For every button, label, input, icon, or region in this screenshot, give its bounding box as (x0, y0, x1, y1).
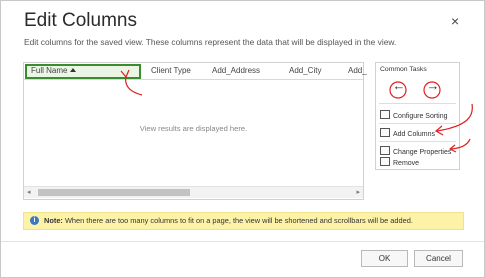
annotation-arrowhead-column (120, 69, 130, 79)
annotation-overlay (120, 69, 473, 153)
annotation-circle-right (423, 81, 441, 99)
annotation-arrow-add-columns (436, 103, 473, 132)
annotation-circle-left (389, 81, 407, 99)
annotation-arrow-column (125, 75, 143, 96)
annotation-arrow-change-properties (450, 138, 471, 150)
